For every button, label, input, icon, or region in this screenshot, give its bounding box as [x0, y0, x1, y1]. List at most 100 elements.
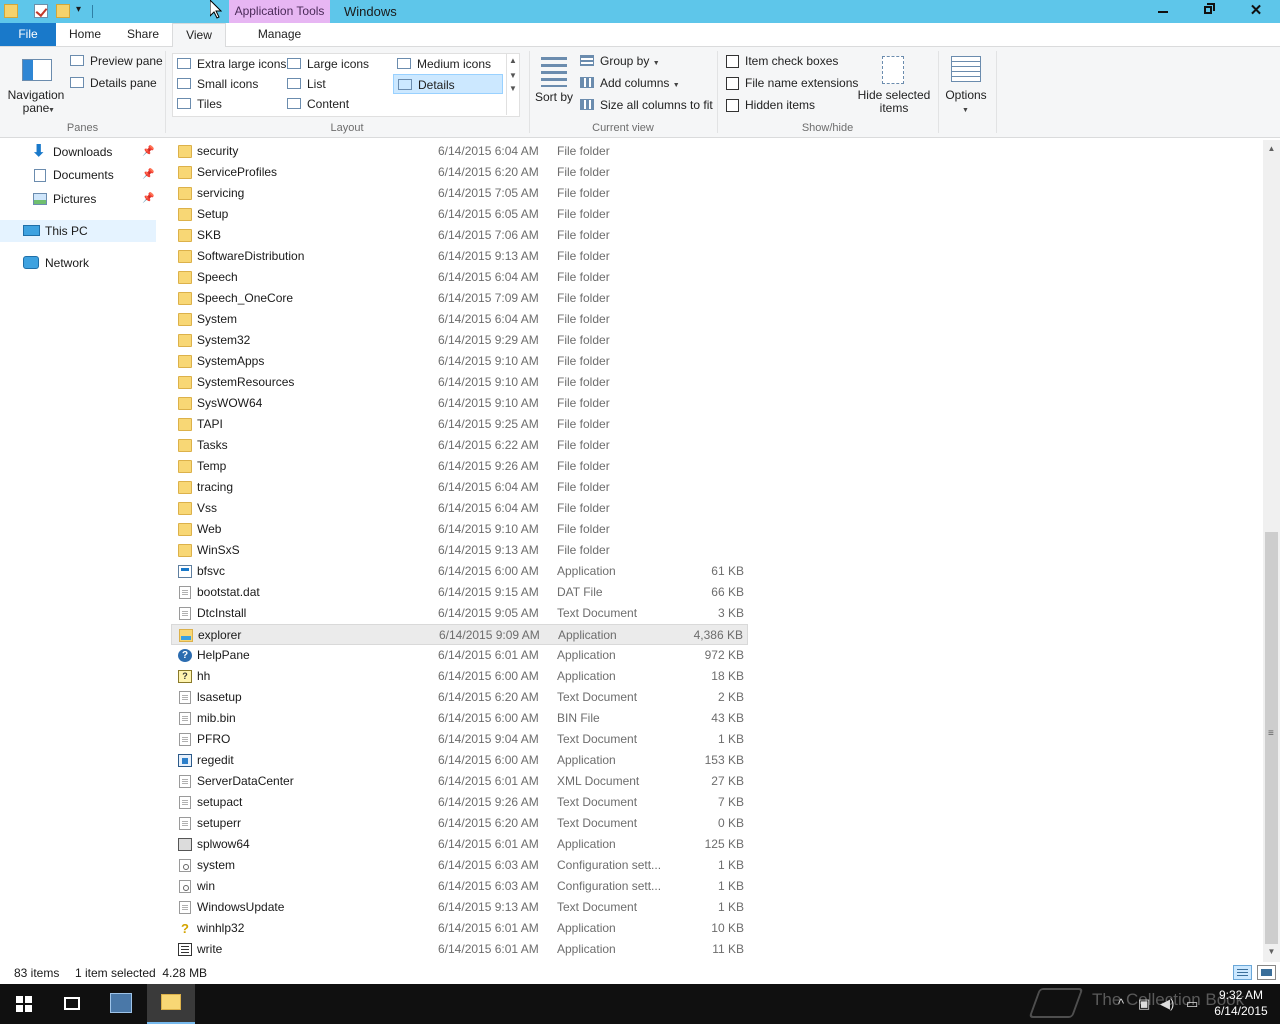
- tab-view[interactable]: View: [172, 23, 226, 47]
- tray-overflow-icon[interactable]: ^: [1118, 996, 1124, 1011]
- restore-button[interactable]: [1186, 0, 1232, 23]
- vertical-scrollbar[interactable]: ▲ ▼: [1263, 140, 1280, 962]
- properties-icon[interactable]: [34, 4, 48, 18]
- minimize-button[interactable]: [1140, 0, 1186, 23]
- file-row[interactable]: bfsvc 6/14/2015 6:00 AM Application 61 KB: [171, 561, 748, 582]
- chevron-down-icon[interactable]: ▼: [507, 71, 519, 80]
- clock-time[interactable]: 9:32 AM: [1214, 988, 1268, 1002]
- file-row[interactable]: DtcInstall 6/14/2015 9:05 AM Text Document…: [171, 603, 748, 624]
- file-date-modified: 6/14/2015 9:15 AM: [438, 585, 539, 599]
- group-by-button[interactable]: Group by ▼: [580, 51, 660, 71]
- layout-details[interactable]: Details: [393, 74, 503, 94]
- layout-content[interactable]: Content: [283, 94, 349, 114]
- clock-date[interactable]: 6/14/2015: [1208, 1004, 1274, 1018]
- file-name-extensions-checkbox[interactable]: File name extensions: [726, 73, 858, 93]
- sort-by-button[interactable]: Sort by: [534, 51, 574, 117]
- file-row[interactable]: tracing 6/14/2015 6:04 AM File folder: [171, 477, 748, 498]
- tab-share[interactable]: Share: [114, 23, 172, 46]
- file-row[interactable]: explorer 6/14/2015 9:09 AM Application 4,38…: [171, 624, 748, 645]
- file-row[interactable]: SystemApps 6/14/2015 9:10 AM File folder: [171, 351, 748, 372]
- preview-pane-button[interactable]: Preview pane: [70, 51, 163, 71]
- size-all-columns-button[interactable]: Size all columns to fit: [580, 95, 713, 115]
- action-center-icon[interactable]: ▭: [1186, 996, 1198, 1012]
- close-button[interactable]: ✕: [1232, 0, 1280, 23]
- file-row[interactable]: setuperr 6/14/2015 6:20 AM Text Document 0 …: [171, 813, 748, 834]
- file-row[interactable]: lsasetup 6/14/2015 6:20 AM Text Document 2 …: [171, 687, 748, 708]
- task-view-button[interactable]: [48, 984, 96, 1024]
- file-row[interactable]: Tasks 6/14/2015 6:22 AM File folder: [171, 435, 748, 456]
- chevron-up-icon[interactable]: ▲: [507, 56, 519, 65]
- customize-quick-access-dropdown-icon[interactable]: ▾: [76, 4, 81, 15]
- layout-tiles[interactable]: Tiles: [173, 94, 222, 114]
- file-row[interactable]: ? hh 6/14/2015 6:00 AM Application 18 KB: [171, 666, 748, 687]
- server-manager-button[interactable]: [98, 984, 146, 1024]
- details-view-toggle-icon[interactable]: [1233, 965, 1252, 980]
- volume-icon[interactable]: ◀): [1160, 996, 1174, 1012]
- scrollbar-thumb[interactable]: [1265, 532, 1278, 944]
- file-type: XML Document: [557, 774, 640, 788]
- file-row[interactable]: setupact 6/14/2015 9:26 AM Text Document 7 …: [171, 792, 748, 813]
- file-row[interactable]: SoftwareDistribution 6/14/2015 9:13 AM Fil…: [171, 246, 748, 267]
- tab-home[interactable]: Home: [56, 23, 114, 46]
- file-row[interactable]: win 6/14/2015 6:03 AM Configuration sett..…: [171, 876, 748, 897]
- nav-item-pictures[interactable]: Pictures 📌: [0, 188, 156, 210]
- file-row[interactable]: servicing 6/14/2015 7:05 AM File folder: [171, 183, 748, 204]
- options-button[interactable]: Options ▼: [942, 51, 990, 119]
- file-row[interactable]: Web 6/14/2015 9:10 AM File folder: [171, 519, 748, 540]
- layout-small-icons[interactable]: Small icons: [173, 74, 258, 94]
- file-row[interactable]: System 6/14/2015 6:04 AM File folder: [171, 309, 748, 330]
- layout-large-icons[interactable]: Large icons: [283, 54, 369, 74]
- file-row[interactable]: ? HelpPane 6/14/2015 6:01 AM Application 972…: [171, 645, 748, 666]
- scroll-up-icon[interactable]: ▲: [1263, 140, 1280, 157]
- file-row[interactable]: WindowsUpdate 6/14/2015 9:13 AM Text Docum…: [171, 897, 748, 918]
- file-row[interactable]: Speech 6/14/2015 6:04 AM File folder: [171, 267, 748, 288]
- file-row[interactable]: bootstat.dat 6/14/2015 9:15 AM DAT File 66 …: [171, 582, 748, 603]
- file-explorer-button[interactable]: [147, 984, 195, 1024]
- add-columns-button[interactable]: Add columns ▼: [580, 73, 680, 93]
- file-row[interactable]: System32 6/14/2015 9:29 AM File folder: [171, 330, 748, 351]
- large-icons-view-toggle-icon[interactable]: [1257, 965, 1276, 980]
- layout-medium-icons[interactable]: Medium icons: [393, 54, 491, 74]
- file-row[interactable]: mib.bin 6/14/2015 6:00 AM BIN File 43 KB: [171, 708, 748, 729]
- file-row[interactable]: SysWOW64 6/14/2015 9:10 AM File folder: [171, 393, 748, 414]
- hide-selected-items-button[interactable]: Hide selected items: [856, 51, 932, 117]
- file-row[interactable]: Temp 6/14/2015 9:26 AM File folder: [171, 456, 748, 477]
- file-row[interactable]: splwow64 6/14/2015 6:01 AM Application 125 …: [171, 834, 748, 855]
- item-check-boxes-checkbox[interactable]: Item check boxes: [726, 51, 838, 71]
- file-row[interactable]: Setup 6/14/2015 6:05 AM File folder: [171, 204, 748, 225]
- file-row[interactable]: Speech_OneCore 6/14/2015 7:09 AM File fold…: [171, 288, 748, 309]
- network-tray-icon[interactable]: ▣: [1138, 996, 1150, 1012]
- file-row[interactable]: PFRO 6/14/2015 9:04 AM Text Document 1 KB: [171, 729, 748, 750]
- file-row[interactable]: regedit 6/14/2015 6:00 AM Application 153 K…: [171, 750, 748, 771]
- file-row[interactable]: SKB 6/14/2015 7:06 AM File folder: [171, 225, 748, 246]
- hidden-items-checkbox[interactable]: Hidden items: [726, 95, 815, 115]
- pin-icon[interactable]: 📌: [142, 164, 154, 186]
- nav-item-documents[interactable]: Documents 📌: [0, 164, 156, 186]
- details-pane-button[interactable]: Details pane: [70, 73, 157, 93]
- layout-extra-large-icons[interactable]: Extra large icons: [173, 54, 286, 74]
- file-row[interactable]: Vss 6/14/2015 6:04 AM File folder: [171, 498, 748, 519]
- nav-item-this-pc[interactable]: This PC: [0, 220, 156, 242]
- file-row[interactable]: ServiceProfiles 6/14/2015 6:20 AM File fol…: [171, 162, 748, 183]
- file-row[interactable]: WinSxS 6/14/2015 9:13 AM File folder: [171, 540, 748, 561]
- nav-item-network[interactable]: Network: [0, 252, 156, 274]
- pin-icon[interactable]: 📌: [142, 141, 154, 163]
- nav-item-downloads[interactable]: ⬇ Downloads 📌: [0, 141, 156, 163]
- layout-list[interactable]: List: [283, 74, 326, 94]
- tab-manage[interactable]: Manage: [229, 23, 330, 46]
- navigation-pane-button[interactable]: Navigation pane ▼: [4, 51, 68, 119]
- pin-icon[interactable]: 📌: [142, 188, 154, 210]
- tab-file[interactable]: File: [0, 23, 56, 46]
- layout-gallery-scroll[interactable]: ▲ ▼ ▼: [506, 53, 519, 115]
- gallery-more-icon[interactable]: ▼: [507, 84, 519, 93]
- start-button[interactable]: [0, 984, 48, 1024]
- scroll-down-icon[interactable]: ▼: [1263, 943, 1280, 960]
- new-folder-icon[interactable]: [56, 4, 70, 18]
- file-row[interactable]: write 6/14/2015 6:01 AM Application 11 KB: [171, 939, 748, 960]
- file-row[interactable]: TAPI 6/14/2015 9:25 AM File folder: [171, 414, 748, 435]
- file-row[interactable]: SystemResources 6/14/2015 9:10 AM File fol…: [171, 372, 748, 393]
- file-row[interactable]: ? winhlp32 6/14/2015 6:01 AM Application 10 …: [171, 918, 748, 939]
- file-row[interactable]: ServerDataCenter 6/14/2015 6:01 AM XML Doc…: [171, 771, 748, 792]
- file-row[interactable]: security 6/14/2015 6:04 AM File folder: [171, 141, 748, 162]
- file-row[interactable]: system 6/14/2015 6:03 AM Configuration set…: [171, 855, 748, 876]
